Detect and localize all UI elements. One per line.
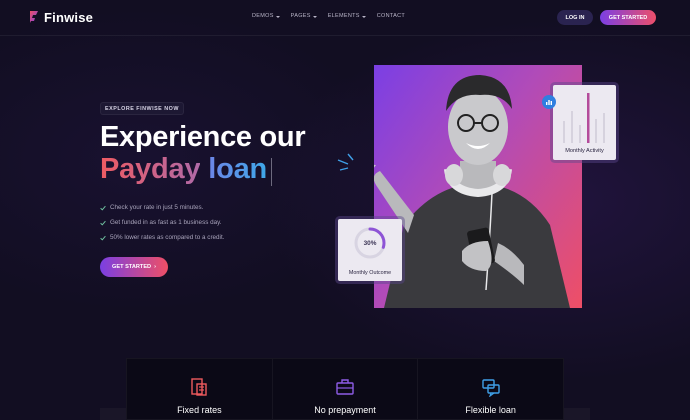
top-navbar: Finwise DEMOS PAGES ELEMENTS CONTACT LOG… bbox=[0, 0, 690, 36]
feature-label: Flexible loan bbox=[465, 405, 516, 415]
benefit-item: 50% lower rates as compared to a credit. bbox=[100, 230, 224, 245]
feature-fixed-rates: Fixed rates bbox=[127, 359, 273, 419]
check-icon bbox=[100, 205, 106, 211]
activity-bar bbox=[563, 121, 565, 143]
monthly-outcome-card: 30% Monthly Outcome bbox=[338, 219, 402, 281]
feature-flexible-loan: Flexible loan bbox=[418, 359, 563, 419]
login-button[interactable]: LOG IN bbox=[557, 10, 593, 25]
benefit-text: Check your rate in just 5 minutes. bbox=[110, 204, 204, 211]
activity-bar-highlight bbox=[587, 93, 590, 143]
activity-bar bbox=[579, 125, 581, 143]
menu-item-label: PAGES bbox=[290, 13, 311, 19]
check-icon bbox=[100, 235, 106, 241]
chevron-down-icon bbox=[312, 15, 317, 18]
hero-title-word-payday: Payday bbox=[100, 153, 201, 185]
benefit-list: Check your rate in just 5 minutes. Get f… bbox=[100, 200, 224, 245]
finwise-logo-icon bbox=[30, 11, 38, 23]
get-started-hero-button[interactable]: GET STARTED › bbox=[100, 257, 168, 277]
hero-title-word-loan: loan bbox=[208, 153, 268, 185]
benefit-item: Get funded in as fast as 1 business day. bbox=[100, 215, 224, 230]
activity-card-label: Monthly Activity bbox=[565, 148, 604, 154]
section-edge-decoration bbox=[564, 408, 590, 420]
menu-item-contact[interactable]: CONTACT bbox=[377, 13, 405, 19]
chart-badge-icon bbox=[542, 95, 556, 109]
hero-title-line2: Payday loan bbox=[100, 153, 267, 186]
monthly-activity-card: Monthly Activity bbox=[553, 85, 616, 160]
chat-bubbles-icon bbox=[481, 379, 500, 397]
menu-item-label: ELEMENTS bbox=[327, 13, 360, 19]
feature-label: Fixed rates bbox=[177, 405, 222, 415]
menu-item-demos[interactable]: DEMOS bbox=[252, 13, 280, 19]
section-edge-decoration bbox=[100, 408, 126, 420]
menu-item-label: CONTACT bbox=[376, 13, 406, 19]
button-label: GET STARTED bbox=[112, 264, 152, 270]
feature-label: No prepayment bbox=[314, 405, 376, 415]
activity-bar-chart bbox=[563, 93, 605, 143]
chevron-down-icon bbox=[361, 15, 366, 18]
menu-item-label: DEMOS bbox=[252, 13, 274, 19]
briefcase-icon bbox=[336, 379, 354, 395]
activity-bar bbox=[595, 119, 597, 143]
typing-cursor bbox=[271, 158, 272, 186]
get-started-nav-button[interactable]: GET STARTED bbox=[600, 10, 656, 25]
benefit-text: 50% lower rates as compared to a credit. bbox=[110, 234, 225, 241]
calculator-document-icon bbox=[191, 378, 208, 396]
attention-spark-icon bbox=[337, 153, 354, 171]
activity-bar bbox=[571, 111, 573, 143]
chevron-right-icon: › bbox=[154, 264, 156, 270]
benefit-text: Get funded in as fast as 1 business day. bbox=[110, 219, 222, 226]
outcome-value: 30% bbox=[363, 239, 377, 247]
menu-item-pages[interactable]: PAGES bbox=[291, 13, 317, 19]
main-menu: DEMOS PAGES ELEMENTS CONTACT bbox=[252, 13, 405, 19]
outcome-card-label: Monthly Outcome bbox=[348, 270, 392, 276]
menu-item-elements[interactable]: ELEMENTS bbox=[328, 13, 366, 19]
check-icon bbox=[100, 220, 106, 226]
activity-bar bbox=[603, 113, 605, 143]
brand-name: Finwise bbox=[44, 9, 94, 25]
brand-logo[interactable]: Finwise bbox=[28, 8, 93, 26]
chevron-down-icon bbox=[275, 15, 280, 18]
feature-no-prepayment: No prepayment bbox=[273, 359, 419, 419]
benefit-item: Check your rate in just 5 minutes. bbox=[100, 200, 224, 215]
hero-title-line1: Experience our bbox=[100, 121, 306, 153]
features-strip: Fixed rates No prepayment Flexible loan bbox=[126, 358, 564, 420]
hero-tag: EXPLORE FINWISE NOW bbox=[100, 102, 184, 115]
